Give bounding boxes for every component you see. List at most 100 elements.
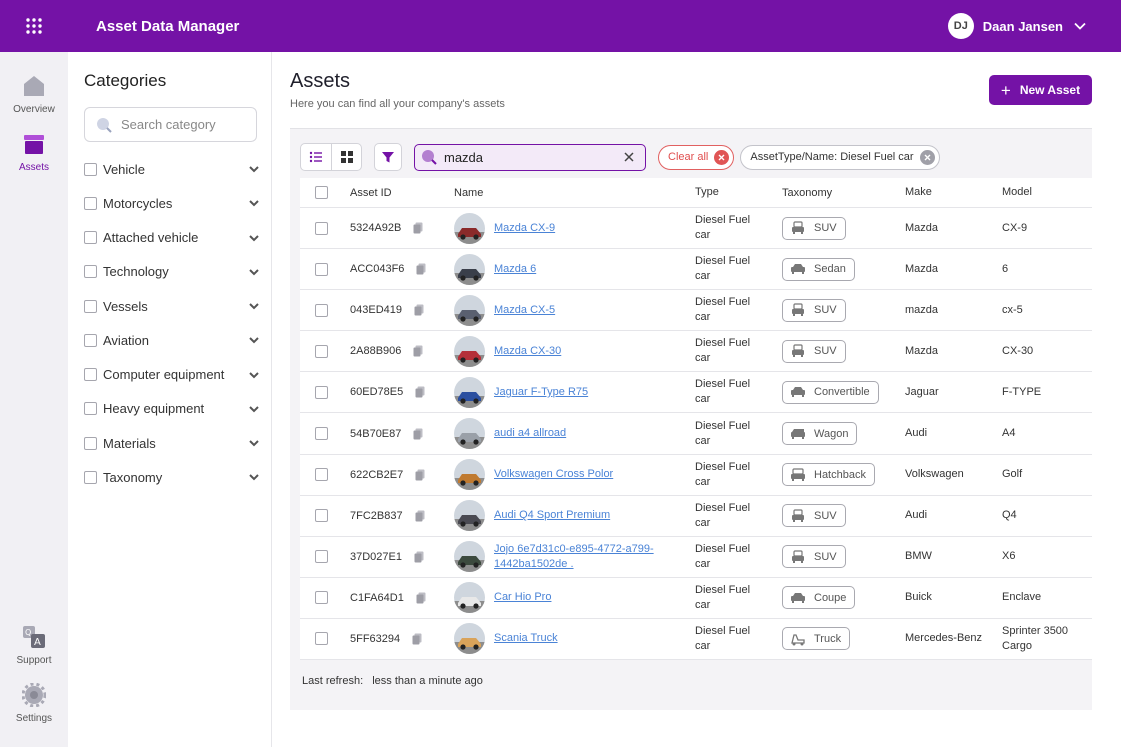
asset-make: Buick <box>905 591 932 604</box>
rail-item-settings[interactable]: Settings <box>0 683 68 724</box>
category-item[interactable]: Motorcycles <box>84 186 260 220</box>
category-search-input[interactable] <box>121 117 251 132</box>
table-row[interactable]: 60ED78E5 Jaguar F-Type R75 Diesel Fuel car… <box>300 372 1092 414</box>
asset-search[interactable] <box>414 143 646 171</box>
chevron-down-icon[interactable] <box>248 266 260 278</box>
table-row[interactable]: 7FC2B837 Audi Q4 Sport Premium Diesel Fuel… <box>300 496 1092 537</box>
chevron-down-icon[interactable] <box>248 232 260 244</box>
app-launcher-button[interactable] <box>0 0 68 52</box>
row-checkbox[interactable] <box>315 303 328 317</box>
row-checkbox[interactable] <box>315 385 328 399</box>
category-item[interactable]: Computer equipment <box>84 358 260 392</box>
copy-icon[interactable] <box>414 551 424 563</box>
category-item[interactable]: Taxonomy <box>84 460 260 494</box>
header-taxonomy[interactable]: Taxonomy <box>782 178 832 207</box>
row-checkbox[interactable] <box>315 468 328 482</box>
row-checkbox[interactable] <box>315 632 328 646</box>
category-checkbox[interactable] <box>84 470 97 484</box>
header-make[interactable]: Make <box>905 178 995 207</box>
row-checkbox[interactable] <box>315 550 328 564</box>
category-checkbox[interactable] <box>84 231 97 245</box>
chevron-down-icon[interactable] <box>248 197 260 209</box>
copy-icon[interactable] <box>416 592 426 604</box>
category-checkbox[interactable] <box>84 299 97 313</box>
copy-icon[interactable] <box>413 222 423 234</box>
new-asset-button[interactable]: + New Asset <box>989 75 1092 105</box>
table-row[interactable]: 5324A92B Mazda CX-9 Diesel Fuel car SUV Mazd… <box>300 208 1092 250</box>
category-item[interactable]: Vehicle <box>84 152 260 186</box>
clear-search-icon[interactable] <box>622 150 636 164</box>
asset-name-link[interactable]: Jojo 6e7d31c0-e895-4772-a799-1442ba1502d… <box>494 542 684 572</box>
asset-name-link[interactable]: Jaguar F-Type R75 <box>494 385 588 400</box>
rail-item-overview[interactable]: Overview <box>0 74 68 115</box>
asset-name-link[interactable]: Scania Truck <box>494 631 558 646</box>
chevron-down-icon[interactable] <box>248 334 260 346</box>
row-checkbox[interactable] <box>315 344 328 358</box>
chevron-down-icon[interactable] <box>248 300 260 312</box>
category-checkbox[interactable] <box>84 368 97 382</box>
table-row[interactable]: C1FA64D1 Car Hio Pro Diesel Fuel car Coupe B… <box>300 578 1092 619</box>
asset-name-link[interactable]: Mazda CX-30 <box>494 344 561 359</box>
category-item[interactable]: Technology <box>84 255 260 289</box>
table-row[interactable]: 54B70E87 audi a4 allroad Diesel Fuel car Wa… <box>300 413 1092 455</box>
rail-item-assets[interactable]: Assets <box>0 132 68 173</box>
row-checkbox[interactable] <box>315 509 328 523</box>
table-row[interactable]: 043ED419 Mazda CX-5 Diesel Fuel car SUV mazd… <box>300 290 1092 332</box>
category-checkbox[interactable] <box>84 402 97 416</box>
table-row[interactable]: 2A88B906 Mazda CX-30 Diesel Fuel car SUV Maz… <box>300 331 1092 373</box>
filter-button[interactable] <box>374 143 402 171</box>
category-checkbox[interactable] <box>84 196 97 210</box>
category-item[interactable]: Heavy equipment <box>84 392 260 426</box>
header-asset-id[interactable]: Asset ID <box>350 178 392 207</box>
category-item[interactable]: Aviation <box>84 323 260 357</box>
asset-name-link[interactable]: Audi Q4 Sport Premium <box>494 508 610 523</box>
chevron-down-icon[interactable] <box>248 163 260 175</box>
asset-name-link[interactable]: Mazda CX-5 <box>494 303 555 318</box>
asset-make: Audi <box>905 509 928 522</box>
copy-icon[interactable] <box>413 428 423 440</box>
row-checkbox[interactable] <box>315 262 328 276</box>
chevron-down-icon[interactable] <box>248 471 260 483</box>
filter-chip[interactable]: AssetType/Name: Diesel Fuel car <box>740 144 940 170</box>
asset-name-link[interactable]: Mazda 6 <box>494 262 536 277</box>
chevron-down-icon[interactable] <box>248 437 260 449</box>
copy-icon[interactable] <box>416 263 426 275</box>
table-row[interactable]: 37D027E1 Jojo 6e7d31c0-e895-4772-a799-144… <box>300 537 1092 578</box>
row-checkbox[interactable] <box>315 221 328 235</box>
row-checkbox[interactable] <box>315 591 328 605</box>
asset-name-link[interactable]: Mazda CX-9 <box>494 221 555 236</box>
list-view-button[interactable] <box>301 144 331 170</box>
category-search[interactable] <box>84 107 257 142</box>
asset-search-input[interactable] <box>444 149 614 165</box>
copy-icon[interactable] <box>415 386 425 398</box>
table-row[interactable]: ACC043F6 Mazda 6 Diesel Fuel car Sedan Mazda… <box>300 249 1092 291</box>
copy-icon[interactable] <box>413 345 423 357</box>
row-checkbox[interactable] <box>315 427 328 441</box>
copy-icon[interactable] <box>412 633 422 645</box>
user-menu[interactable]: DJ Daan Jansen <box>947 13 1087 39</box>
category-item[interactable]: Attached vehicle <box>84 221 260 255</box>
chevron-down-icon[interactable] <box>248 403 260 415</box>
category-checkbox[interactable] <box>84 436 97 450</box>
category-checkbox[interactable] <box>84 265 97 279</box>
category-checkbox[interactable] <box>84 162 97 176</box>
category-checkbox[interactable] <box>84 333 97 347</box>
asset-name-link[interactable]: Volkswagen Cross Polor <box>494 467 613 482</box>
category-item[interactable]: Vessels <box>84 289 260 323</box>
header-model[interactable]: Model <box>1002 178 1090 207</box>
category-item[interactable]: Materials <box>84 426 260 460</box>
header-type[interactable]: Type <box>695 178 767 207</box>
asset-name-link[interactable]: Car Hio Pro <box>494 590 551 605</box>
grid-view-button[interactable] <box>331 144 361 170</box>
copy-icon[interactable] <box>414 304 424 316</box>
copy-icon[interactable] <box>415 510 425 522</box>
header-name[interactable]: Name <box>454 178 684 207</box>
table-row[interactable]: 5FF63294 Scania Truck Diesel Fuel car Truck… <box>300 619 1092 661</box>
select-all-checkbox[interactable] <box>315 186 328 199</box>
asset-name-link[interactable]: audi a4 allroad <box>494 426 566 441</box>
rail-item-support[interactable]: AQ Support <box>0 625 68 666</box>
copy-icon[interactable] <box>415 469 425 481</box>
table-row[interactable]: 622CB2E7 Volkswagen Cross Polor Diesel Fue… <box>300 455 1092 496</box>
clear-all-chip[interactable]: Clear all <box>658 144 735 170</box>
chevron-down-icon[interactable] <box>248 369 260 381</box>
